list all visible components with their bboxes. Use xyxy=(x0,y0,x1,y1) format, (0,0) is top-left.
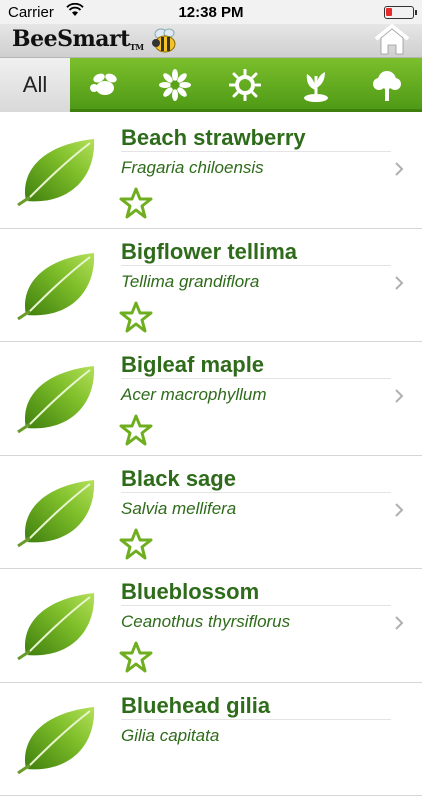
leaf-icon xyxy=(16,135,98,207)
divider xyxy=(121,378,391,379)
tab-seedlings[interactable] xyxy=(280,58,352,112)
plant-name: Bigleaf maple xyxy=(121,352,264,378)
status-bar: Carrier 12:38 PM xyxy=(0,0,422,24)
tab-sun[interactable] xyxy=(210,58,280,112)
trademark: TM xyxy=(130,42,144,52)
list-item[interactable]: Black sage Salvia mellifera xyxy=(0,456,422,570)
plant-name: Black sage xyxy=(121,466,236,492)
list-item[interactable]: Bluehead gilia Gilia capitata xyxy=(0,683,422,796)
plant-scientific-name: Tellima grandiflora xyxy=(121,272,259,292)
tab-flowers[interactable] xyxy=(140,58,210,112)
plant-scientific-name: Ceanothus thyrsiflorus xyxy=(121,612,290,632)
flower-icon xyxy=(159,69,191,101)
brand-name: BeeSmart xyxy=(12,26,130,52)
tab-all[interactable]: All xyxy=(0,58,70,112)
plant-scientific-name: Gilia capitata xyxy=(121,726,219,746)
home-icon[interactable] xyxy=(374,24,410,56)
plant-name: Beach strawberry xyxy=(121,125,306,151)
plant-scientific-name: Acer macrophyllum xyxy=(121,385,267,405)
tab-trees[interactable] xyxy=(352,58,422,112)
chevron-right-icon xyxy=(394,615,404,631)
tab-all-label: All xyxy=(23,72,47,98)
tree-icon xyxy=(371,68,403,102)
plant-scientific-name: Salvia mellifera xyxy=(121,499,236,519)
chevron-right-icon xyxy=(394,275,404,291)
favorite-star-icon[interactable] xyxy=(119,187,153,219)
list-item[interactable]: Bigflower tellima Tellima grandiflora xyxy=(0,229,422,343)
plant-list: Beach strawberry Fragaria chiloensis Big… xyxy=(0,115,422,796)
favorite-star-icon[interactable] xyxy=(119,414,153,446)
leaf-icon xyxy=(16,476,98,548)
chevron-right-icon xyxy=(394,161,404,177)
app-header: BeeSmartTM xyxy=(0,24,422,58)
list-item[interactable]: Bigleaf maple Acer macrophyllum xyxy=(0,342,422,456)
tab-bees[interactable] xyxy=(70,58,140,112)
chevron-right-icon xyxy=(394,388,404,404)
sun-icon xyxy=(229,69,261,101)
plant-name: Blueblossom xyxy=(121,579,259,605)
favorite-star-icon[interactable] xyxy=(119,528,153,560)
battery-icon xyxy=(384,6,414,19)
leaf-icon xyxy=(16,249,98,321)
list-item[interactable]: Beach strawberry Fragaria chiloensis xyxy=(0,115,422,229)
divider xyxy=(121,151,391,152)
plant-scientific-name: Fragaria chiloensis xyxy=(121,158,264,178)
leaf-icon xyxy=(16,703,98,775)
divider xyxy=(121,719,391,720)
plant-name: Bigflower tellima xyxy=(121,239,297,265)
clock: 12:38 PM xyxy=(0,4,422,21)
list-item[interactable]: Blueblossom Ceanothus thyrsiflorus xyxy=(0,569,422,683)
brand-logo: BeeSmartTM xyxy=(12,26,144,52)
category-tabs: All xyxy=(0,58,422,112)
leaf-icon xyxy=(16,362,98,434)
bee-icon xyxy=(88,70,122,100)
divider xyxy=(121,265,391,266)
plant-name: Bluehead gilia xyxy=(121,693,270,719)
bee-logo-icon xyxy=(150,27,180,55)
leaf-icon xyxy=(16,589,98,661)
favorite-star-icon[interactable] xyxy=(119,301,153,333)
divider xyxy=(121,492,391,493)
favorite-star-icon[interactable] xyxy=(119,641,153,673)
seedling-icon xyxy=(300,68,332,102)
divider xyxy=(121,605,391,606)
chevron-right-icon xyxy=(394,502,404,518)
